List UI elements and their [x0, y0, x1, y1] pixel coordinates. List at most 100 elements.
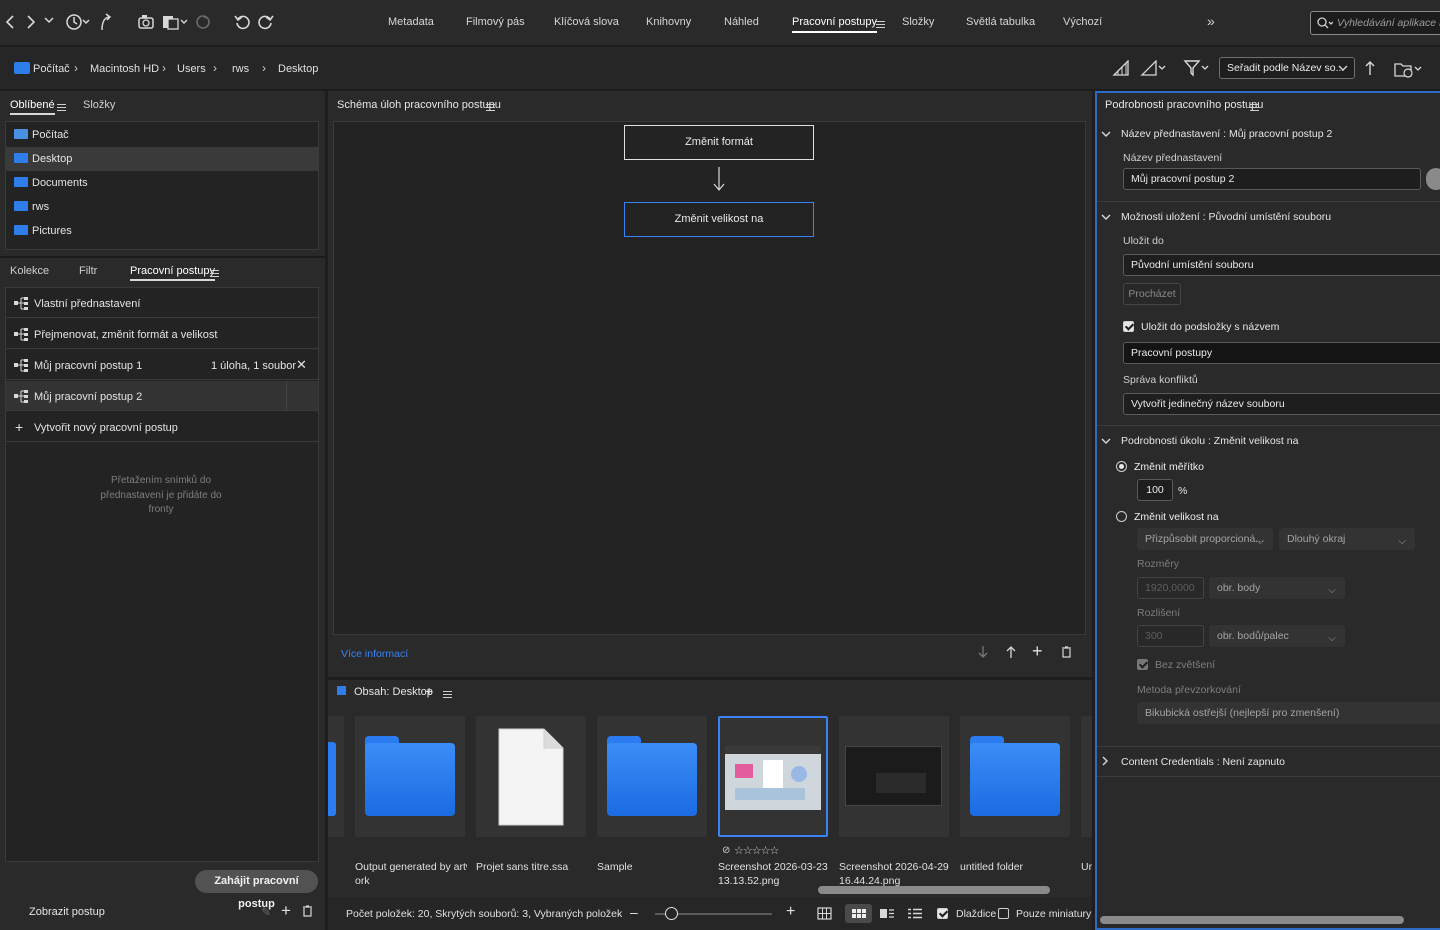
add-step-icon[interactable]: +: [1032, 641, 1043, 662]
resample-select[interactable]: Bikubická ostřejší (nejlepší pro zmenšen…: [1137, 702, 1440, 724]
thumbnail-folder[interactable]: [355, 716, 465, 837]
favorite-item-pictures[interactable]: Pictures: [6, 219, 318, 243]
step-resize[interactable]: Změnit velikost na: [624, 202, 814, 237]
dimensions-input[interactable]: 1920,0000: [1137, 577, 1204, 599]
tab-metadata[interactable]: Metadata: [388, 16, 434, 28]
view-thumbnails-button[interactable]: [845, 904, 872, 923]
tab-workflows[interactable]: Pracovní postupy: [792, 16, 877, 33]
breadcrumb-computer[interactable]: Počítač: [33, 63, 70, 75]
resolution-input[interactable]: 300: [1137, 625, 1204, 647]
partial-thumb[interactable]: [1081, 716, 1092, 837]
tab-light-table[interactable]: Světlá tabulka: [966, 16, 1035, 28]
quality-icon[interactable]: [1112, 60, 1130, 76]
breadcrumb-rws[interactable]: rws: [232, 63, 249, 75]
chevron-right-icon[interactable]: ›: [162, 61, 166, 75]
section-title-preset[interactable]: Název přednastavení : Můj pracovní postu…: [1121, 128, 1332, 140]
tab-filter[interactable]: Filtr: [79, 265, 97, 277]
panel-menu-icon[interactable]: [486, 102, 495, 114]
move-down-icon[interactable]: [978, 645, 988, 659]
star-rating[interactable]: ☆☆☆☆☆: [734, 844, 779, 857]
back-icon[interactable]: [5, 14, 15, 30]
preset-action-button[interactable]: [1426, 168, 1440, 190]
no-enlarge-checkbox[interactable]: [1137, 659, 1148, 670]
sort-by-select[interactable]: Seřadit podle Název so...: [1219, 57, 1355, 79]
thumbnail-file[interactable]: [476, 716, 586, 837]
sort-direction-icon[interactable]: [1365, 60, 1375, 76]
edge-select[interactable]: Dlouhý okraj ⌵: [1279, 528, 1415, 550]
panel-menu-icon[interactable]: [210, 268, 219, 280]
breadcrumb-desktop[interactable]: Desktop: [278, 63, 318, 75]
browse-button[interactable]: Procházet: [1123, 283, 1181, 305]
chevron-down-icon[interactable]: [1101, 212, 1111, 222]
thumbnail-screenshot[interactable]: [839, 716, 949, 837]
subfolder-name-input[interactable]: Pracovní postupy: [1123, 342, 1440, 364]
more-workspaces-icon[interactable]: »: [1207, 13, 1215, 29]
chevron-down-icon[interactable]: [44, 15, 54, 25]
trash-icon[interactable]: [302, 905, 313, 917]
pencil-icon[interactable]: ✎: [261, 905, 271, 919]
chevron-down-icon[interactable]: [1101, 129, 1111, 139]
move-up-icon[interactable]: [1006, 645, 1016, 659]
recent-folder-icon[interactable]: [1394, 60, 1424, 78]
tab-default[interactable]: Výchozí: [1063, 16, 1102, 28]
favorite-item-rws[interactable]: rws: [6, 195, 318, 219]
forward-icon[interactable]: [26, 14, 36, 30]
horizontal-scrollbar[interactable]: [1100, 916, 1404, 924]
breadcrumb-macintosh-hd[interactable]: Macintosh HD: [90, 63, 159, 75]
favorite-item-documents[interactable]: Documents: [6, 171, 318, 195]
slider-handle[interactable]: [665, 907, 678, 920]
resize-radio[interactable]: [1116, 511, 1127, 522]
grid-lock-icon[interactable]: [817, 907, 832, 920]
fit-mode-select[interactable]: Přizpůsobit proporcioná... ⌵: [1137, 528, 1273, 550]
tab-preview[interactable]: Náhled: [724, 16, 759, 28]
chevron-right-icon[interactable]: [1100, 756, 1110, 766]
step-change-format[interactable]: Změnit formát: [624, 125, 814, 160]
close-icon[interactable]: ✕: [296, 357, 307, 373]
show-progress-link[interactable]: Zobrazit postup: [29, 906, 105, 918]
camera-import-icon[interactable]: [138, 13, 156, 31]
tab-libraries[interactable]: Knihovny: [646, 16, 691, 28]
panel-menu-icon[interactable]: [57, 102, 66, 114]
return-icon[interactable]: [98, 12, 112, 32]
workflow-item-rename-format-size[interactable]: Přejmenovat, změnit formát a velikost: [6, 319, 318, 349]
breadcrumb-users[interactable]: Users: [177, 63, 206, 75]
save-to-select[interactable]: Původní umístění souboru: [1123, 254, 1440, 276]
start-workflow-button[interactable]: Zahájit pracovní postup: [195, 870, 318, 910]
sort-manual-icon[interactable]: [1140, 60, 1166, 76]
filter-icon[interactable]: [1183, 59, 1211, 77]
thumbnail-folder[interactable]: [597, 716, 707, 837]
rotate-left-icon[interactable]: [234, 13, 252, 31]
scale-radio[interactable]: [1116, 461, 1127, 472]
plus-icon[interactable]: +: [281, 901, 291, 921]
favorite-item-computer[interactable]: Počítač: [6, 123, 318, 147]
section-title-task[interactable]: Podrobnosti úkolu : Změnit velikost na: [1121, 435, 1298, 447]
thumbnail-folder[interactable]: [960, 716, 1070, 837]
subfolder-checkbox[interactable]: [1123, 321, 1134, 332]
workflow-item-my-workflow-1[interactable]: Můj pracovní postup 1 1 úloha, 1 soubor …: [6, 350, 318, 380]
resolution-unit-select[interactable]: obr. bodů/palec ⌵: [1209, 625, 1345, 647]
tiles-checkbox[interactable]: [937, 908, 948, 919]
conflict-select[interactable]: Vytvořit jedinečný název souboru: [1123, 393, 1440, 415]
horizontal-scrollbar[interactable]: [818, 886, 1050, 894]
dimensions-unit-select[interactable]: obr. body ⌵: [1209, 577, 1345, 599]
panel-menu-icon[interactable]: [443, 689, 452, 701]
trash-icon[interactable]: [1061, 646, 1072, 658]
tab-collections[interactable]: Kolekce: [10, 265, 49, 277]
zoom-in-icon[interactable]: +: [786, 903, 795, 921]
preset-name-input[interactable]: Můj pracovní postup 2: [1123, 168, 1421, 190]
create-workflow-button[interactable]: + Vytvořit nový pracovní postup: [6, 412, 318, 442]
tab-folders[interactable]: Složky: [902, 16, 934, 28]
reject-icon[interactable]: ⊘: [722, 845, 730, 856]
tab-keywords[interactable]: Klíčová slova: [554, 16, 619, 28]
scale-input[interactable]: 100: [1137, 479, 1173, 501]
search-input[interactable]: Vyhledávání aplikace B: [1310, 11, 1440, 35]
section-title-save[interactable]: Možnosti uložení : Původní umístění soub…: [1121, 211, 1331, 223]
zoom-out-icon[interactable]: –: [630, 904, 638, 920]
rotate-right-icon[interactable]: [256, 13, 274, 31]
chevron-right-icon[interactable]: ›: [74, 61, 78, 75]
tab-workflows-panel[interactable]: Pracovní postupy: [130, 265, 215, 281]
recent-history-icon[interactable]: [64, 12, 92, 32]
workflow-item-my-workflow-2[interactable]: Můj pracovní postup 2: [6, 381, 318, 411]
workflow-item-custom-presets[interactable]: Vlastní přednastavení: [6, 288, 318, 318]
tab-filmstrip[interactable]: Filmový pás: [466, 16, 525, 28]
